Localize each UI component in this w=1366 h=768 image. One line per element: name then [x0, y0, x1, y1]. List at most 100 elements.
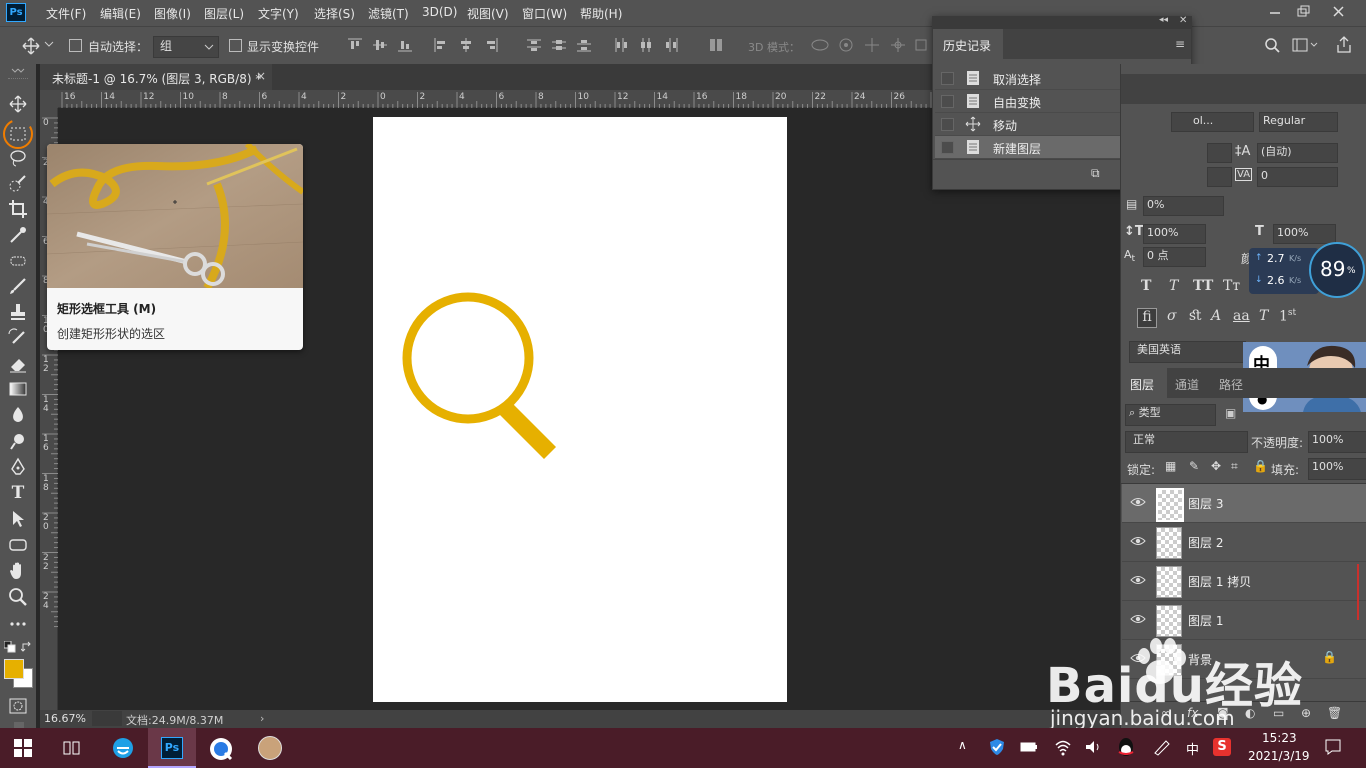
collapse-arrows-icon[interactable] — [10, 68, 26, 74]
panel-menu-icon[interactable]: ≡ — [1175, 37, 1185, 51]
restore-icon[interactable] — [1292, 3, 1314, 21]
distribute-bottom-icon[interactable] — [577, 38, 591, 52]
align-top-icon[interactable] — [348, 38, 362, 52]
security-shield-icon[interactable] — [988, 738, 1006, 756]
align-bottom-icon[interactable] — [398, 38, 412, 52]
layer-row[interactable]: 背景 🔒 — [1122, 640, 1366, 679]
menu-layer[interactable]: 图层(L) — [204, 5, 244, 22]
new-layer-icon[interactable]: ⊕ — [1301, 706, 1311, 720]
eye-visibility-icon[interactable] — [1130, 652, 1146, 664]
rectangular-marquee-tool[interactable] — [3, 119, 33, 149]
tracking-field[interactable]: 0 — [1257, 167, 1338, 187]
show-hidden-icons[interactable]: ∧ — [958, 738, 972, 756]
align-right-icon[interactable] — [484, 38, 498, 52]
faux-bold-icon[interactable]: T — [1141, 278, 1151, 294]
tab-history[interactable]: 历史记录 — [933, 29, 1003, 59]
font-style-dropdown[interactable]: Regular — [1259, 112, 1338, 132]
rectangle-tool[interactable] — [8, 535, 28, 555]
3d-roll-icon[interactable] — [838, 38, 854, 52]
tab-layers[interactable]: 图层 — [1121, 368, 1167, 398]
layer-row[interactable]: 图层 1 拷贝 — [1122, 562, 1366, 601]
font-size-dropdown[interactable] — [1207, 143, 1232, 163]
lock-artboard-icon[interactable]: ⌗ — [1231, 459, 1238, 474]
tab-channels[interactable]: 通道 — [1175, 376, 1199, 393]
add-mask-icon[interactable]: ◙ — [1217, 706, 1229, 720]
eye-visibility-icon[interactable] — [1130, 574, 1146, 586]
menu-help[interactable]: 帮助(H) — [580, 5, 622, 22]
wifi-icon[interactable] — [1054, 738, 1072, 756]
layer-row[interactable]: 图层 1 — [1122, 601, 1366, 640]
eye-visibility-icon[interactable] — [1130, 535, 1146, 547]
blend-mode-dropdown[interactable]: 正常 — [1125, 431, 1248, 453]
lock-all-icon[interactable]: 🔒 — [1253, 459, 1268, 473]
ime-tray-indicator[interactable]: 中 — [1186, 739, 1199, 758]
ie-browser-icon[interactable] — [111, 736, 135, 760]
menu-window[interactable]: 窗口(W) — [522, 5, 567, 22]
opacity-field[interactable]: 100% — [1308, 431, 1366, 453]
leading-field[interactable]: (自动) — [1257, 143, 1338, 163]
distribute-hcenter-icon[interactable] — [639, 38, 653, 52]
layer-style-icon[interactable]: fx — [1187, 706, 1198, 720]
auto-select-checkbox[interactable] — [69, 39, 82, 52]
swash-icon[interactable]: ﬆ — [1189, 308, 1202, 324]
share-icon[interactable] — [1336, 36, 1352, 54]
layer-row[interactable]: 图层 2 — [1122, 523, 1366, 562]
quick-selection-tool[interactable] — [8, 174, 28, 194]
clock-date[interactable]: 2021/3/19 — [1248, 749, 1310, 763]
move-tool-icon[interactable] — [22, 37, 40, 55]
show-transform-checkbox[interactable] — [229, 39, 242, 52]
auto-align-icon[interactable] — [709, 38, 723, 52]
default-colors-icon[interactable] — [4, 641, 16, 653]
contextual-icon[interactable]: T — [1259, 308, 1268, 324]
clock-time[interactable]: 15:23 — [1262, 731, 1297, 745]
history-source-checkbox[interactable] — [941, 95, 954, 108]
language-dropdown[interactable]: 美国英语 — [1129, 341, 1246, 363]
link-layers-icon[interactable]: ∞ — [1161, 706, 1171, 720]
volume-icon[interactable] — [1084, 738, 1102, 756]
zoom-tool[interactable] — [8, 587, 28, 607]
lasso-tool[interactable] — [8, 148, 28, 168]
gradient-tool[interactable] — [8, 379, 28, 399]
brush-tool[interactable] — [8, 276, 28, 296]
search-icon[interactable] — [1264, 37, 1280, 53]
type-tool-icon[interactable]: T — [8, 483, 28, 503]
3d-slide-icon[interactable] — [890, 38, 906, 52]
user-avatar-app[interactable] — [258, 736, 282, 760]
lock-image-icon[interactable]: ✎ — [1189, 459, 1199, 473]
eraser-tool[interactable] — [8, 354, 28, 374]
more-tools-icon[interactable] — [8, 614, 28, 634]
sogou-ime-icon[interactable]: S — [1213, 738, 1231, 756]
foreground-color-swatch[interactable] — [4, 659, 24, 679]
history-source-checkbox[interactable] — [941, 141, 954, 154]
titling-icon[interactable]: aa — [1233, 308, 1250, 324]
eyedropper-tool[interactable] — [8, 225, 28, 245]
menu-filter[interactable]: 滤镜(T) — [368, 5, 409, 22]
align-vcenter-icon[interactable] — [373, 38, 387, 52]
battery-icon[interactable] — [1020, 740, 1038, 754]
stylistic-alternates-icon[interactable]: A — [1211, 308, 1221, 324]
clone-stamp-tool[interactable] — [8, 302, 28, 322]
close-tab-icon[interactable]: × — [256, 69, 266, 83]
faux-italic-icon[interactable]: T — [1169, 278, 1178, 294]
lock-position-icon[interactable]: ✥ — [1211, 459, 1221, 473]
layer-filter-dropdown[interactable]: ⌕ 类型 — [1125, 404, 1216, 426]
move-tool[interactable] — [8, 94, 28, 114]
menu-view[interactable]: 视图(V) — [467, 5, 509, 22]
3d-scale-icon[interactable] — [914, 38, 930, 52]
dodge-tool[interactable] — [8, 431, 28, 451]
history-source-checkbox[interactable] — [941, 118, 954, 131]
lock-transparent-icon[interactable]: ▦ — [1165, 459, 1176, 473]
3d-orbit-icon[interactable] — [810, 38, 830, 52]
adjustment-layer-icon[interactable]: ◐ — [1245, 706, 1255, 720]
swap-colors-icon[interactable] — [21, 641, 33, 653]
pen-tool[interactable] — [8, 457, 28, 477]
horizontal-scale-field[interactable]: 100% — [1273, 224, 1336, 244]
new-document-from-state-icon[interactable]: ⧉ — [1091, 166, 1100, 181]
kerning-dropdown[interactable] — [1207, 167, 1232, 187]
document-canvas[interactable] — [373, 117, 787, 702]
history-source-checkbox[interactable] — [941, 72, 954, 85]
menu-edit[interactable]: 编辑(E) — [100, 5, 141, 22]
taskbar-photoshop[interactable]: Ps — [148, 728, 196, 768]
crop-tool[interactable] — [8, 199, 28, 219]
menu-file[interactable]: 文件(F) — [46, 5, 86, 22]
